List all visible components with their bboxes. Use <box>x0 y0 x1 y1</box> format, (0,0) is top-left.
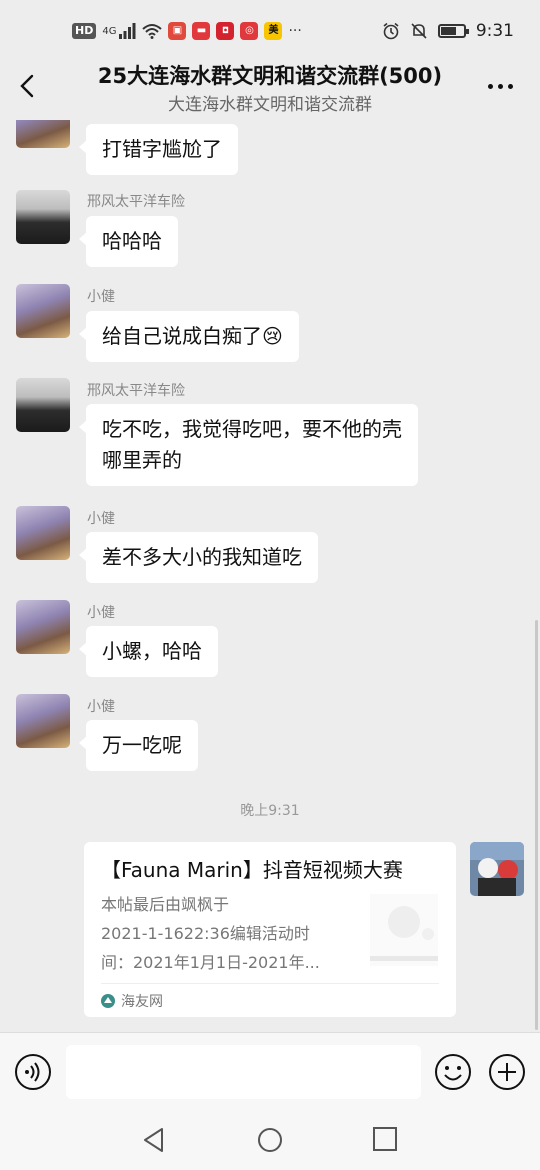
status-right: 9:31 <box>382 21 514 41</box>
my-avatar-image <box>470 842 524 896</box>
plus-icon[interactable] <box>488 1053 526 1091</box>
card-divider <box>101 983 439 984</box>
more-options-button[interactable] <box>488 78 516 94</box>
chat-header: 25大连海水群文明和谐交流群(500) 大连海水群文明和谐交流群 <box>0 56 540 120</box>
status-bar: HD 4G ▣ ▬ ◘ ◎ 美 ··· 9:31 <box>0 0 540 64</box>
nav-recent-apps-icon[interactable] <box>372 1126 398 1152</box>
app-notification-icon: ▬ <box>192 22 211 40</box>
time-divider: 晚上9:31 <box>240 803 300 819</box>
sender-name: 小健 <box>87 605 115 621</box>
link-card[interactable]: 【Fauna Marin】抖音短视频大赛 本帖最后由飒枫于 2021-1-162… <box>84 842 456 1017</box>
hd-badge: HD <box>72 23 97 39</box>
card-thumbnail <box>370 894 438 966</box>
sender-name: 小健 <box>87 289 115 305</box>
avatar[interactable] <box>16 694 70 748</box>
meituan-app-icon: 美 <box>264 22 283 40</box>
message-bubble[interactable]: 给自己说成白痴了😢 <box>79 311 299 362</box>
crying-emoji-icon: 😢 <box>262 324 283 348</box>
scrollbar[interactable] <box>535 620 538 1030</box>
sender-name: 小健 <box>87 511 115 527</box>
network-type: 4G <box>102 25 117 37</box>
more-notifications: ··· <box>288 23 302 39</box>
message-bubble[interactable]: 哈哈哈 <box>79 216 178 267</box>
nav-back-icon[interactable] <box>140 1126 168 1154</box>
app-notification-icon: ◎ <box>240 22 259 40</box>
app-notification-icon: ▣ <box>168 22 187 40</box>
sender-name: 邢风太平洋车险 <box>87 194 185 210</box>
message-text-line: 哪里弄的 <box>102 448 182 472</box>
message-bubble[interactable]: 万一吃呢 <box>79 720 198 771</box>
message-text: 给自己说成白痴了 <box>102 324 262 348</box>
message-text-line: 吃不吃，我觉得吃吧，要不他的壳 <box>102 417 402 441</box>
voice-input-icon[interactable] <box>14 1053 52 1091</box>
avatar[interactable] <box>16 506 70 560</box>
message-bubble[interactable]: 吃不吃，我觉得吃吧，要不他的壳 哪里弄的 <box>79 404 418 486</box>
card-title: 【Fauna Marin】抖音短视频大赛 <box>101 858 403 882</box>
avatar[interactable] <box>16 284 70 338</box>
battery-icon <box>437 24 469 38</box>
alarm-icon <box>383 22 399 40</box>
signal-icon <box>119 23 136 39</box>
status-time: 9:31 <box>475 21 514 41</box>
emoji-icon[interactable] <box>434 1053 472 1091</box>
card-desc-line: 本帖最后由飒枫于 <box>101 895 230 914</box>
source-logo-icon <box>101 994 115 1008</box>
message-list[interactable]: 打错字尴尬了 邢风太平洋车险 哈哈哈 小健 给自己说成白痴了😢 邢风太平洋车险 … <box>0 120 540 1032</box>
card-desc-line: 2021-1-1622:36编辑活动时 <box>101 924 310 943</box>
sender-name: 邢风太平洋车险 <box>87 383 185 399</box>
system-nav-bar <box>0 1110 540 1170</box>
message-input[interactable] <box>66 1045 421 1099</box>
avatar[interactable] <box>16 600 70 654</box>
avatar[interactable] <box>16 120 70 148</box>
message-bubble[interactable]: 差不多大小的我知道吃 <box>79 532 318 583</box>
card-source: 海友网 <box>101 991 163 1011</box>
avatar[interactable] <box>16 378 70 432</box>
chat-subtitle: 大连海水群文明和谐交流群 <box>168 95 372 115</box>
sender-name: 小健 <box>87 699 115 715</box>
status-left: HD 4G ▣ ▬ ◘ ◎ 美 ··· <box>72 22 302 40</box>
chat-title[interactable]: 25大连海水群文明和谐交流群(500) <box>0 60 540 90</box>
avatar[interactable] <box>16 190 70 244</box>
source-name: 海友网 <box>121 994 163 1010</box>
card-description: 本帖最后由飒枫于 2021-1-1622:36编辑活动时 间：2021年1月1日… <box>101 890 351 977</box>
wifi-icon <box>142 24 163 39</box>
card-desc-line: 间：2021年1月1日-2021年... <box>101 953 320 972</box>
my-avatar[interactable] <box>470 842 524 896</box>
input-bar <box>0 1032 540 1110</box>
message-bubble[interactable]: 小螺，哈哈 <box>79 626 218 677</box>
nav-home-icon[interactable] <box>256 1126 284 1154</box>
app-notification-icon: ◘ <box>216 22 235 40</box>
message-bubble[interactable]: 打错字尴尬了 <box>79 124 238 175</box>
mute-icon <box>411 23 427 39</box>
